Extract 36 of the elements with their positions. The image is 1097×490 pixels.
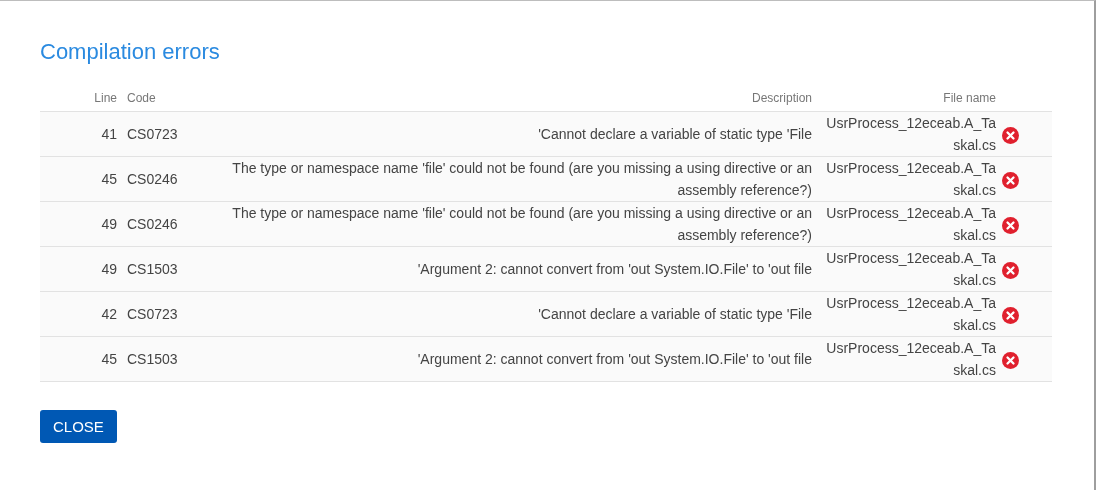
file-name-cell-text: UsrProcess_12eceab.A_Taskal.cs <box>825 339 996 380</box>
code-cell: CS1503 <box>127 246 197 292</box>
description-cell: The type or namespace name 'file' could not be found (are you missing a using directive or an assembly reference?) <box>197 201 812 247</box>
file-name-cell-text: UsrProcess_12eceab.A_Taskal.cs <box>825 204 996 245</box>
description-cell: 'Argument 2: cannot convert from 'out System.IO.File' to 'out file <box>197 246 812 292</box>
error-icon <box>1002 306 1019 324</box>
file-name-cell-text: UsrProcess_12eceab.A_Taskal.cs <box>825 114 996 155</box>
error-icon <box>1002 171 1019 189</box>
dialog-title: Compilation errors <box>40 39 220 65</box>
code-cell: CS0246 <box>127 156 197 202</box>
code-cell: CS0723 <box>127 111 197 157</box>
description-cell: The type or namespace name 'file' could not be found (are you missing a using directive or an assembly reference?) <box>197 156 812 202</box>
column-header: Description <box>197 91 812 112</box>
file-name-cell-text: UsrProcess_12eceab.A_Taskal.cs <box>825 249 996 290</box>
error-icon <box>1002 351 1019 369</box>
error-icon <box>1002 216 1019 234</box>
file-name-cell-text: UsrProcess_12eceab.A_Taskal.cs <box>825 294 996 335</box>
code-cell: CS0723 <box>127 291 197 337</box>
column-header: File name <box>812 91 996 112</box>
description-cell: 'Argument 2: cannot convert from 'out System.IO.File' to 'out file <box>197 336 812 382</box>
line-cell: 42 <box>40 291 127 337</box>
column-header: Code <box>127 91 197 112</box>
line-cell: 49 <box>40 246 127 292</box>
error-icon <box>1002 126 1019 144</box>
line-cell: 45 <box>40 336 127 382</box>
code-cell: CS1503 <box>127 336 197 382</box>
line-cell: 45 <box>40 156 127 202</box>
error-icon <box>1002 261 1019 279</box>
description-cell: 'Cannot declare a variable of static type 'File <box>197 291 812 337</box>
line-cell: 41 <box>40 111 127 157</box>
column-header: Line <box>40 91 127 112</box>
close-button[interactable]: CLOSE <box>40 410 117 443</box>
file-name-cell-text: UsrProcess_12eceab.A_Taskal.cs <box>825 159 996 200</box>
code-cell: CS0246 <box>127 201 197 247</box>
line-cell: 49 <box>40 201 127 247</box>
description-cell: 'Cannot declare a variable of static type 'File <box>197 111 812 157</box>
